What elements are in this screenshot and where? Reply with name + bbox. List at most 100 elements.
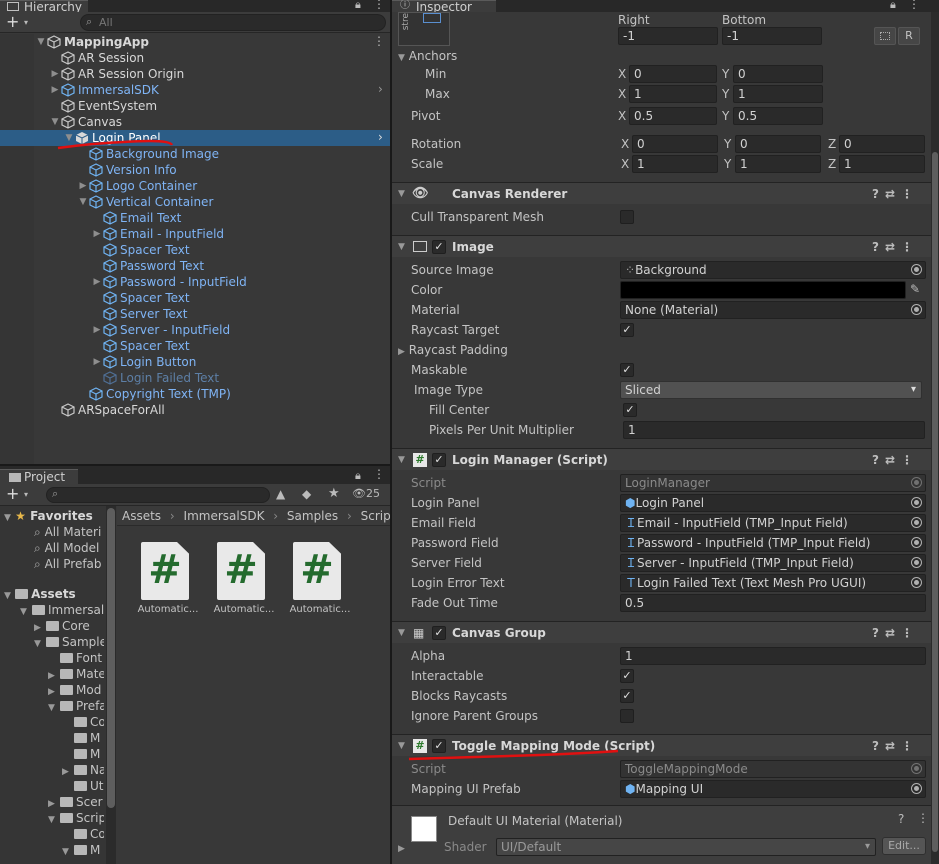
- project-tree-scrollbar[interactable]: [106, 506, 116, 864]
- script-asset-tile[interactable]: # Automatic...: [288, 540, 352, 620]
- hierarchy-item[interactable]: Login Failed Text: [0, 370, 370, 386]
- chevron-down-icon[interactable]: ▾: [24, 490, 28, 499]
- blocks-raycasts-checkbox[interactable]: ✓: [620, 689, 634, 703]
- label-icon[interactable]: ◆: [302, 487, 311, 501]
- inspector-scrollbar[interactable]: [931, 12, 939, 864]
- script-asset-tile[interactable]: # Automatic...: [136, 540, 200, 620]
- fade-out-field[interactable]: 0.5: [620, 594, 926, 612]
- toggle-mapping-enabled-checkbox[interactable]: ✓: [432, 739, 446, 753]
- hierarchy-item[interactable]: ▶ AR Session Origin: [0, 66, 370, 82]
- expand-right-icon[interactable]: ▶: [92, 274, 102, 290]
- scale-z-field[interactable]: 1: [839, 155, 925, 173]
- hierarchy-item[interactable]: ARSpaceForAll: [0, 402, 370, 418]
- pivot-y-field[interactable]: 0.5: [733, 107, 823, 125]
- component-header-icons[interactable]: ?⇄⋮: [872, 449, 919, 471]
- hierarchy-item[interactable]: ▶ Logo Container: [0, 178, 370, 194]
- min-x-field[interactable]: 0: [629, 65, 717, 83]
- add-icon[interactable]: +: [6, 485, 19, 503]
- component-header-icons[interactable]: ?⇄⋮: [872, 183, 919, 205]
- anchors-foldout[interactable]: ▼ Anchors: [398, 46, 457, 66]
- hierarchy-item[interactable]: Spacer Text: [0, 290, 370, 306]
- add-icon[interactable]: +: [6, 13, 19, 31]
- canvas-group-enabled-checkbox[interactable]: ✓: [432, 626, 446, 640]
- object-picker-icon[interactable]: [911, 577, 922, 588]
- chevron-right-icon[interactable]: ▶: [34, 620, 46, 634]
- chevron-right-icon[interactable]: ›: [378, 82, 383, 96]
- asset-folder-item[interactable]: ▶ Na: [62, 762, 104, 778]
- bottom-field[interactable]: -1: [722, 27, 822, 45]
- expand-right-icon[interactable]: ▶: [92, 322, 102, 338]
- scale-x-field[interactable]: 1: [632, 155, 718, 173]
- hierarchy-item[interactable]: Server Text: [0, 306, 370, 322]
- hierarchy-item[interactable]: Spacer Text: [0, 338, 370, 354]
- asset-folder-item[interactable]: ▼ M: [62, 842, 104, 858]
- hierarchy-item[interactable]: ▼ Canvas: [0, 114, 370, 130]
- chevron-right-icon[interactable]: ▶: [48, 668, 60, 682]
- project-search-input[interactable]: ⌕: [46, 487, 270, 503]
- chevron-right-icon[interactable]: [62, 780, 74, 794]
- chevron-right-icon[interactable]: [62, 748, 74, 762]
- asset-folder-item[interactable]: ▼ Scrip: [48, 810, 104, 826]
- chevron-right-icon[interactable]: [48, 652, 60, 666]
- breadcrumb-item[interactable]: Samples: [287, 509, 338, 523]
- asset-folder-item[interactable]: M: [62, 746, 104, 762]
- chevron-right-icon[interactable]: [62, 716, 74, 730]
- filter-type-icon[interactable]: ▲: [276, 487, 285, 501]
- chevron-down-icon[interactable]: ▼: [48, 812, 60, 826]
- email-field-ref[interactable]: ＩEmail - InputField (TMP_Input Field): [620, 514, 926, 532]
- raw-edit-button[interactable]: R: [898, 27, 920, 45]
- favorite-item[interactable]: ⌕ All Model: [34, 540, 106, 556]
- color-swatch[interactable]: [620, 281, 906, 299]
- chevron-right-icon[interactable]: ▶: [62, 764, 74, 778]
- asset-folder-item[interactable]: ▼ Prefa: [48, 698, 104, 714]
- script-asset-tile[interactable]: # Automatic...: [212, 540, 276, 620]
- max-y-field[interactable]: 1: [733, 85, 823, 103]
- star-icon[interactable]: ★: [328, 486, 340, 501]
- expand-right-icon[interactable]: ▶: [92, 226, 102, 242]
- hierarchy-item[interactable]: ▶ Server - InputField: [0, 322, 370, 338]
- alpha-field[interactable]: 1: [620, 647, 926, 665]
- asset-folder-item[interactable]: Co: [62, 826, 104, 842]
- expand-down-icon[interactable]: ▼: [78, 194, 88, 210]
- login-error-field[interactable]: ＴLogin Failed Text (Text Mesh Pro UGUI): [620, 574, 926, 592]
- hierarchy-item[interactable]: Copyright Text (TMP): [0, 386, 370, 402]
- expand-down-icon[interactable]: ▼: [50, 114, 60, 130]
- hierarchy-item[interactable]: ▼ MappingApp: [0, 34, 370, 50]
- expand-down-icon[interactable]: ▼: [64, 130, 74, 146]
- more-icon[interactable]: ⋮: [917, 811, 929, 825]
- hierarchy-item[interactable]: Background Image: [0, 146, 370, 162]
- rotation-z-field[interactable]: 0: [839, 135, 925, 153]
- hierarchy-item[interactable]: ▼ Vertical Container: [0, 194, 370, 210]
- breadcrumb-item[interactable]: Assets: [122, 509, 161, 523]
- asset-folder-item[interactable]: ▶ Mod: [48, 682, 104, 698]
- more-icon[interactable]: ⋮: [373, 467, 385, 481]
- favorite-item[interactable]: ⌕ All Prefab: [34, 556, 106, 572]
- asset-folder-item[interactable]: M: [62, 730, 104, 746]
- object-picker-icon[interactable]: [911, 264, 922, 275]
- shader-dropdown[interactable]: UI/Default ▾: [496, 838, 876, 856]
- max-x-field[interactable]: 1: [629, 85, 717, 103]
- project-tab[interactable]: Project: [0, 469, 78, 484]
- scale-y-field[interactable]: 1: [735, 155, 821, 173]
- hierarchy-item-selected[interactable]: ▼ Login Panel: [0, 130, 390, 146]
- rotation-y-field[interactable]: 0: [735, 135, 821, 153]
- hierarchy-item[interactable]: Spacer Text: [0, 242, 370, 258]
- more-icon[interactable]: ⋮: [373, 0, 385, 11]
- min-y-field[interactable]: 0: [733, 65, 823, 83]
- expand-right-icon[interactable]: ▶: [50, 66, 60, 82]
- password-field-ref[interactable]: ＩPassword - InputField (TMP_Input Field): [620, 534, 926, 552]
- canvas-group-header[interactable]: ▼ ▦ ✓ Canvas Group ?⇄⋮: [392, 621, 939, 643]
- asset-folder-item[interactable]: ▶ Scer: [48, 794, 104, 810]
- fill-center-checkbox[interactable]: ✓: [623, 403, 637, 417]
- object-picker-icon[interactable]: [911, 783, 922, 794]
- chevron-down-icon[interactable]: ▼: [48, 700, 60, 714]
- eyedropper-icon[interactable]: ✎: [910, 282, 920, 296]
- server-field-ref[interactable]: ＩServer - InputField (TMP_Input Field): [620, 554, 926, 572]
- mapping-ui-prefab-field[interactable]: ⬢Mapping UI: [620, 780, 926, 798]
- cull-transparent-checkbox[interactable]: [620, 210, 634, 224]
- assets-header[interactable]: ▼ Assets: [4, 586, 76, 602]
- source-image-field[interactable]: ⁘Background: [620, 261, 926, 279]
- lock-icon[interactable]: 🔒︎: [355, 469, 361, 483]
- interactable-checkbox[interactable]: ✓: [620, 669, 634, 683]
- component-header-icons[interactable]: ?⇄⋮: [872, 622, 919, 644]
